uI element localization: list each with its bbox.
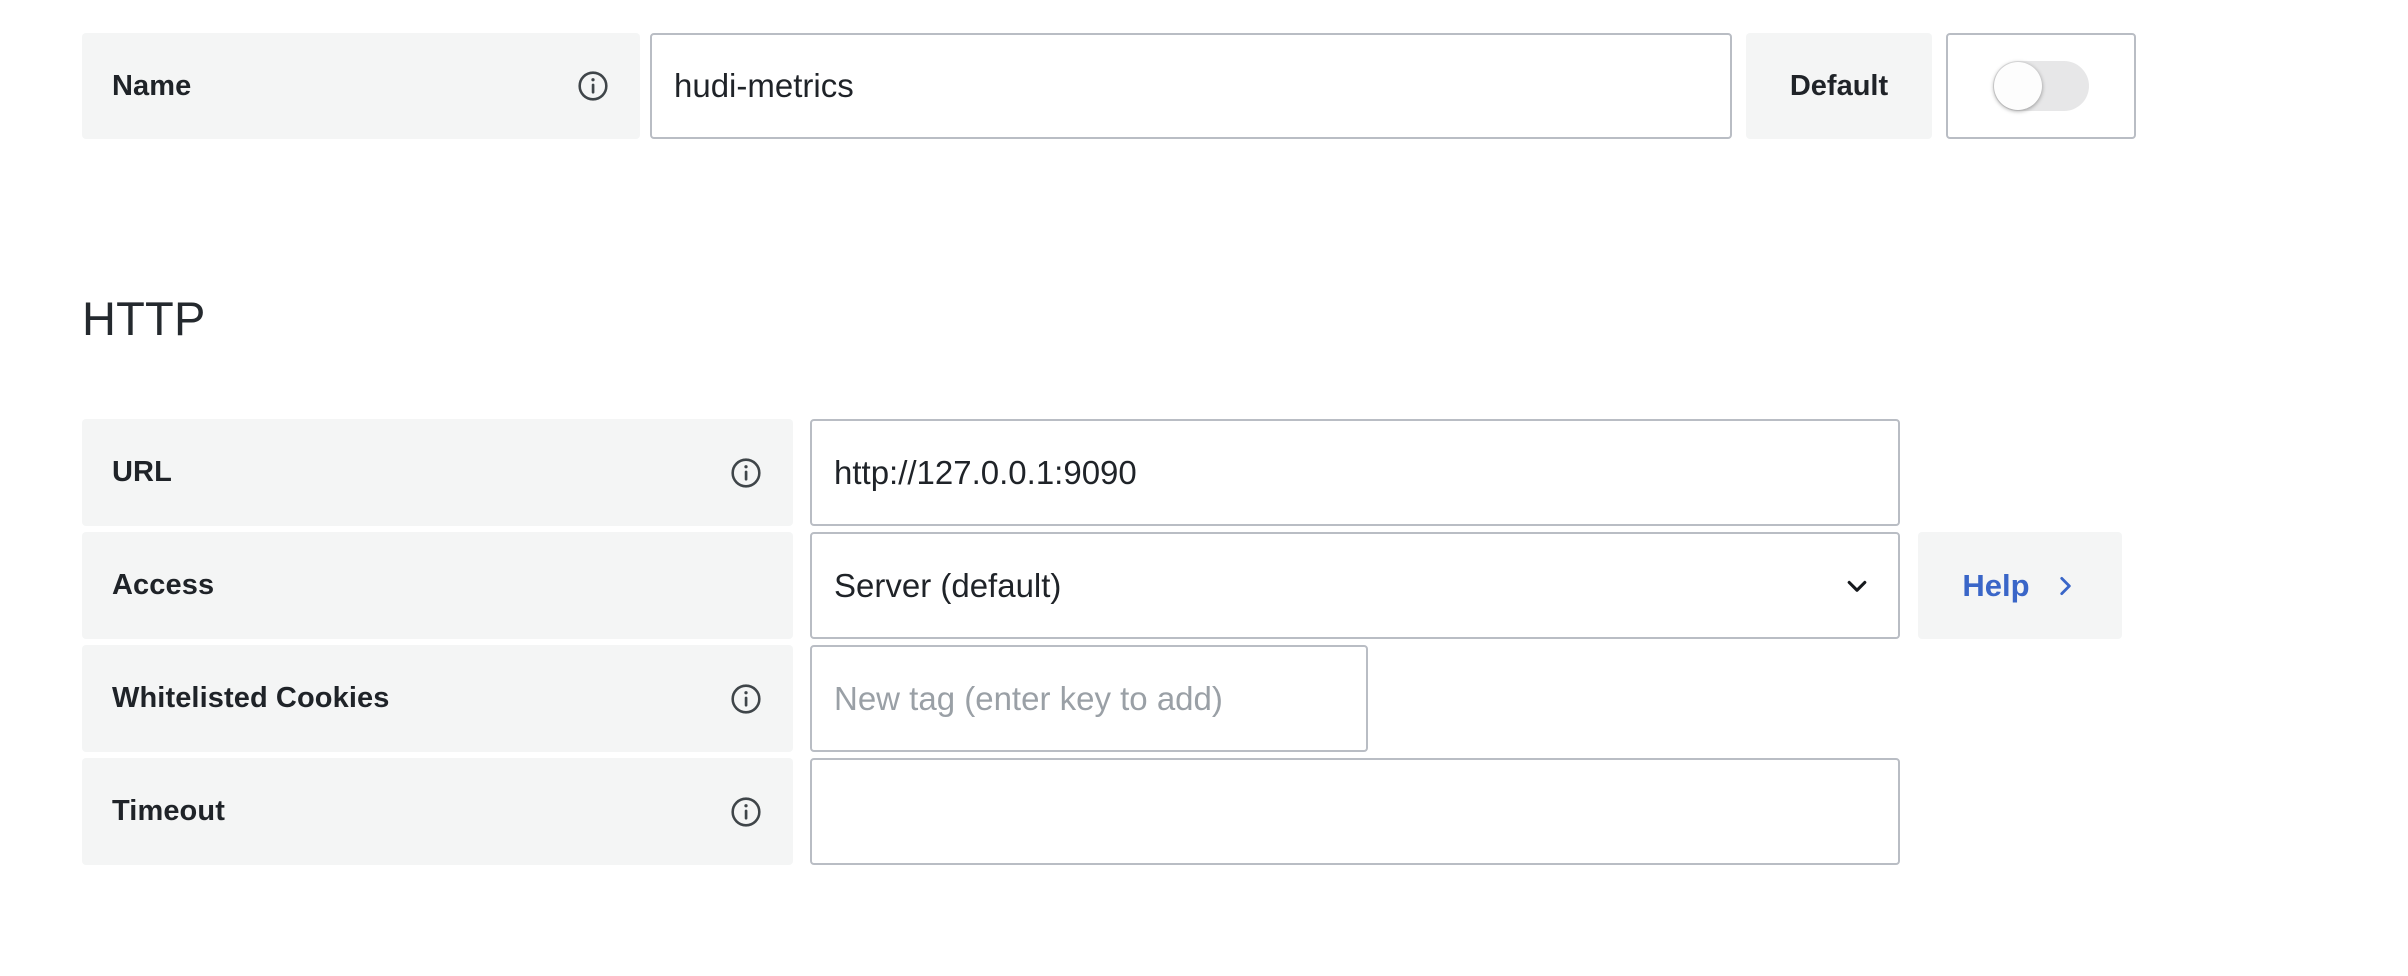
timeout-input[interactable] <box>810 758 1900 865</box>
toggle-knob <box>1994 62 2042 110</box>
timeout-field-row: Timeout <box>82 758 2122 865</box>
default-toggle-box[interactable] <box>1946 33 2136 139</box>
whitelisted-cookies-label: Whitelisted Cookies <box>112 682 390 714</box>
whitelisted-cookies-label-box: Whitelisted Cookies <box>82 645 793 752</box>
http-section-title: HTTP <box>82 292 206 345</box>
access-label: Access <box>112 569 215 601</box>
chevron-right-icon <box>2052 573 2078 599</box>
name-input-value: hudi-metrics <box>674 67 854 104</box>
name-label-box: Name <box>82 33 640 139</box>
access-label-box: Access <box>82 532 793 639</box>
help-link[interactable]: Help <box>1918 532 2122 639</box>
http-fields: URL http://127.0.0.1:9090 Access Server <box>82 419 2122 871</box>
url-label-box: URL <box>82 419 793 526</box>
url-input-value: http://127.0.0.1:9090 <box>834 453 1137 491</box>
url-input[interactable]: http://127.0.0.1:9090 <box>810 419 1900 526</box>
name-input[interactable]: hudi-metrics <box>650 33 1732 139</box>
help-label: Help <box>1962 567 2030 603</box>
info-circle-icon[interactable] <box>576 69 610 103</box>
whitelisted-cookies-field-row: Whitelisted Cookies New tag (enter key t… <box>82 645 2122 752</box>
access-field-row: Access Server (default) Help <box>82 532 2122 639</box>
info-circle-icon[interactable] <box>729 682 763 716</box>
access-select-value: Server (default) <box>834 566 1062 604</box>
timeout-label: Timeout <box>112 795 225 827</box>
chevron-down-icon[interactable] <box>1840 569 1874 603</box>
default-toggle[interactable] <box>1993 61 2089 111</box>
whitelisted-cookies-placeholder: New tag (enter key to add) <box>834 679 1223 717</box>
timeout-label-box: Timeout <box>82 758 793 865</box>
url-field-row: URL http://127.0.0.1:9090 <box>82 419 2122 526</box>
info-circle-icon[interactable] <box>729 456 763 490</box>
datasource-settings-form: Name hudi-metrics Default HTTP URL http:… <box>0 0 2408 976</box>
access-select[interactable]: Server (default) <box>810 532 1900 639</box>
name-field-row: Name hudi-metrics Default <box>82 33 2136 139</box>
name-label: Name <box>112 69 192 102</box>
default-label: Default <box>1789 69 1889 102</box>
url-label: URL <box>112 456 172 488</box>
default-label-box: Default <box>1746 33 1932 139</box>
info-circle-icon[interactable] <box>729 795 763 829</box>
whitelisted-cookies-input[interactable]: New tag (enter key to add) <box>810 645 1368 752</box>
